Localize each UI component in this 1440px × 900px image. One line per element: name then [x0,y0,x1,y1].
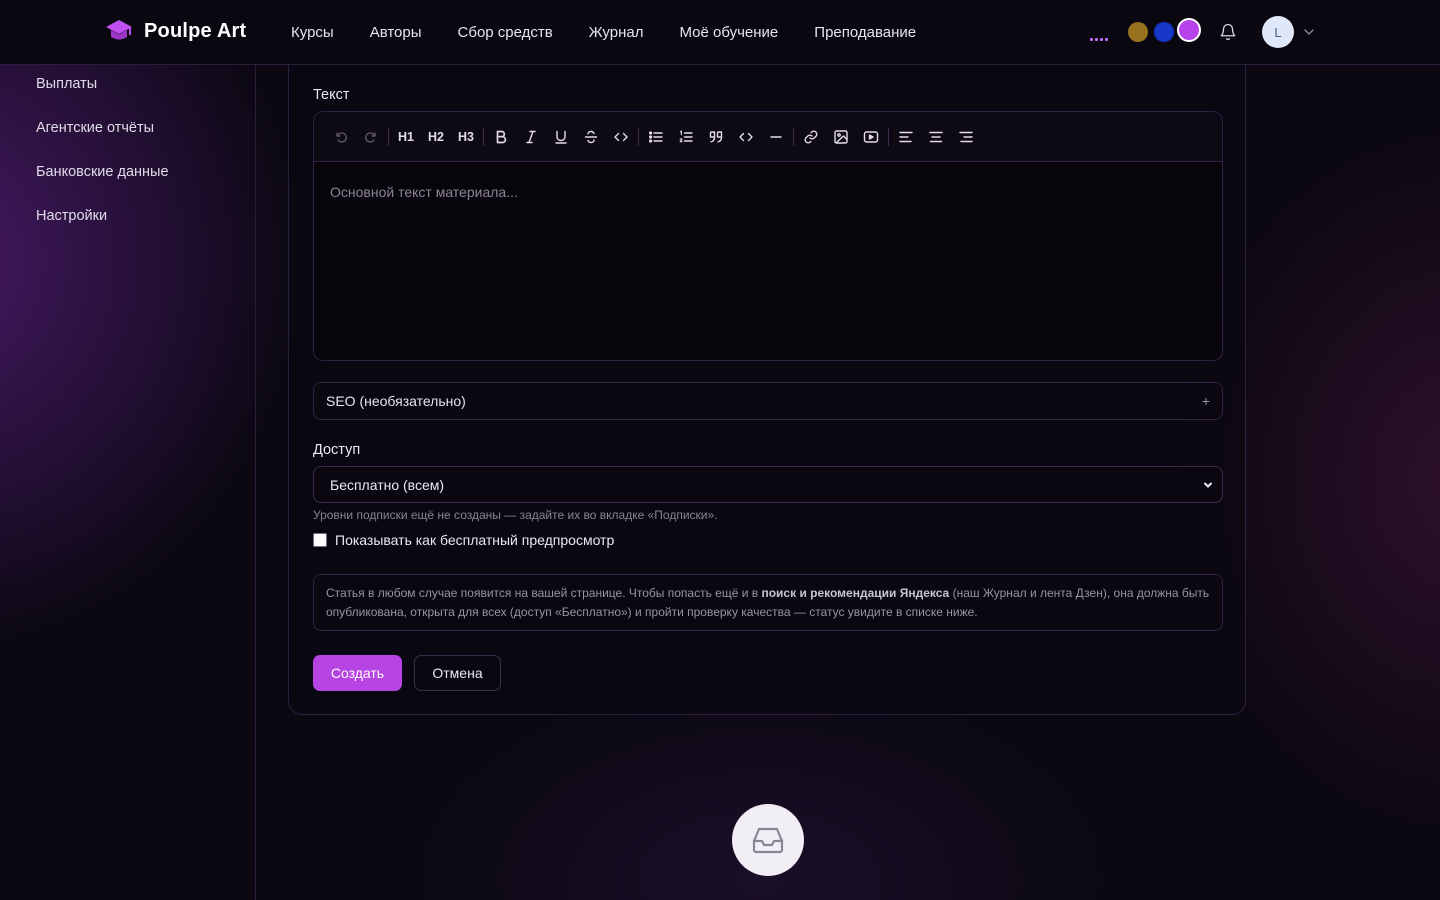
align-center-icon[interactable] [921,122,951,152]
theme-swatch-gold[interactable] [1128,22,1148,42]
theme-swatch-purple-selected[interactable] [1177,18,1201,42]
heading-1-button[interactable]: H1 [391,122,421,152]
align-left-icon[interactable] [891,122,921,152]
editor-content-area[interactable]: Основной текст материала... [314,162,1222,222]
brand-name: Poulpe Art [144,19,247,42]
access-select[interactable]: Бесплатно (всем) [313,466,1223,503]
theme-swatch-blue[interactable] [1154,22,1174,42]
nav-teaching[interactable]: Преподавание [814,24,916,41]
link-icon[interactable] [796,122,826,152]
image-icon[interactable] [826,122,856,152]
free-preview-label: Показывать как бесплатный предпросмотр [335,532,615,548]
cancel-button[interactable]: Отмена [414,655,501,691]
free-preview-option: Показывать как бесплатный предпросмотр [313,532,614,548]
brand-logo[interactable]: Poulpe Art [104,16,246,46]
main-nav: Курсы Авторы Сбор средств Журнал Моё обу… [291,0,916,64]
sidebar-item-bank-details[interactable]: Банковские данные [36,164,169,180]
editor-toolbar: H1 H2 H3 [314,112,1222,162]
heading-3-button[interactable]: H3 [451,122,481,152]
inline-code-icon[interactable] [606,122,636,152]
sidebar-item-payouts[interactable]: Выплаты [36,76,97,92]
chevron-down-icon[interactable] [1303,26,1315,38]
toolbar-separator [388,127,389,146]
chevron-down-icon [1204,482,1212,487]
bold-icon[interactable] [486,122,516,152]
inbox-icon [752,827,784,854]
horizontal-rule-icon[interactable] [761,122,791,152]
nav-journal[interactable]: Журнал [589,24,644,41]
text-field-label: Текст [313,87,350,103]
inbox-button[interactable] [732,804,804,876]
top-bar: Poulpe Art Курсы Авторы Сбор средств Жур… [0,0,1440,65]
graduation-cap-icon [106,20,132,40]
nav-courses[interactable]: Курсы [291,24,334,41]
undo-icon[interactable] [326,122,356,152]
sidebar: Выплаты Агентские отчёты Банковские данн… [0,64,256,900]
nav-authors[interactable]: Авторы [370,24,422,41]
align-right-icon[interactable] [951,122,981,152]
user-avatar[interactable]: L [1262,16,1294,48]
italic-icon[interactable] [516,122,546,152]
sidebar-item-settings[interactable]: Настройки [36,208,107,224]
underline-icon[interactable] [546,122,576,152]
info-text-start: Статья в любом случае появится на вашей … [326,586,762,600]
free-preview-checkbox[interactable] [313,533,327,547]
access-hint-text: Уровни подписки ещё не созданы — задайте… [313,508,718,522]
bell-icon[interactable] [1219,23,1237,41]
seo-accordion-label: SEO (необязательно) [326,393,466,409]
blockquote-icon[interactable] [701,122,731,152]
toolbar-separator [638,127,639,146]
video-icon[interactable] [856,122,886,152]
seo-accordion[interactable]: SEO (необязательно) + [313,382,1223,420]
sidebar-item-agent-reports[interactable]: Агентские отчёты [36,120,154,136]
ordered-list-icon[interactable] [671,122,701,152]
create-button[interactable]: Создать [313,655,402,691]
nav-fundraising[interactable]: Сбор средств [458,24,553,41]
toolbar-separator [483,127,484,146]
strikethrough-icon[interactable] [576,122,606,152]
redo-icon[interactable] [356,122,386,152]
rich-text-editor: H1 H2 H3 Основной текст материала... [313,111,1223,361]
plus-icon: + [1201,393,1210,409]
yandex-info-note: Статья в любом случае появится на вашей … [313,574,1223,631]
nav-my-learning[interactable]: Моё обучение [679,24,778,41]
toolbar-separator [888,127,889,146]
access-selected-value: Бесплатно (всем) [330,476,445,493]
bullet-list-icon[interactable] [641,122,671,152]
access-field-label: Доступ [313,442,361,458]
code-block-icon[interactable] [731,122,761,152]
heading-2-button[interactable]: H2 [421,122,451,152]
toolbar-separator [793,127,794,146]
info-text-bold: поиск и рекомендации Яндекса [761,586,950,600]
more-dots-icon[interactable] [1090,38,1108,41]
